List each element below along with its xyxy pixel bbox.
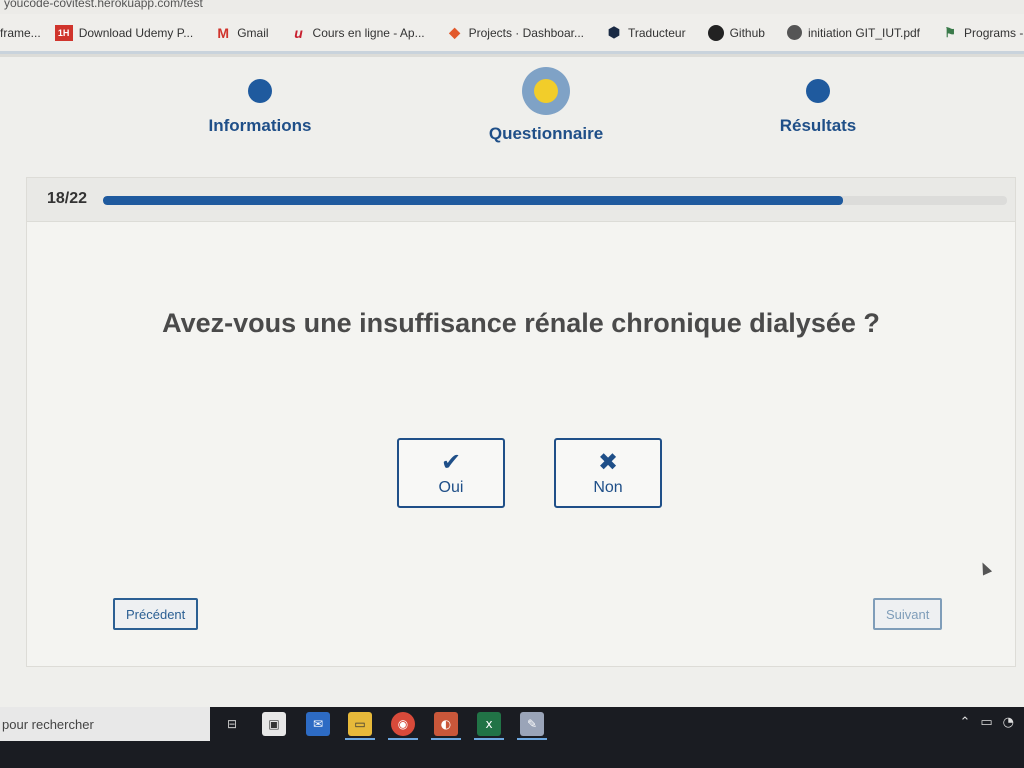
step-label: Résultats xyxy=(779,116,857,135)
progress-fill xyxy=(103,196,843,205)
stepper: Informations Questionnaire Résultats xyxy=(0,57,1024,177)
url-text: youcode-covitest.herokuapp.com/test xyxy=(4,0,203,10)
step-informations[interactable]: Informations xyxy=(160,57,360,136)
question-text: Avez-vous une insuffisance rénale chroni… xyxy=(162,308,880,338)
udemy-1h-icon: 1H xyxy=(54,24,73,41)
bookmark-label: initiation GIT_IUT.pdf xyxy=(807,25,921,40)
question-card: 18/22 Avez-vous une insuffisance rénale … xyxy=(26,177,1016,667)
progress-row: 18/22 xyxy=(27,178,1015,222)
bookmark-github[interactable]: Github xyxy=(707,24,765,41)
excel-icon[interactable]: x xyxy=(477,712,501,736)
bookmark-label: Programs - UM6P V... xyxy=(964,25,1024,40)
mail-icon[interactable]: ✉ xyxy=(306,712,330,736)
task-view-icon[interactable]: ⊟ xyxy=(220,712,244,736)
answer-oui-button[interactable]: ✔ Oui xyxy=(397,438,505,508)
bookmark-traducteur[interactable]: ⬢ Traducteur xyxy=(606,24,686,41)
answer-label: Oui xyxy=(438,479,464,496)
next-button[interactable]: Suivant xyxy=(873,598,943,630)
gitlab-icon: ◆ xyxy=(449,24,460,40)
gmail-icon: M xyxy=(217,24,230,41)
taskbar-search[interactable]: pour rechercher xyxy=(0,707,210,741)
bookmark-label: Gmail xyxy=(237,25,269,40)
bookmark-gitlab[interactable]: ◆ Projects · Dashboar... xyxy=(447,24,584,41)
bookmark-label: frame... xyxy=(0,25,41,40)
paint-icon[interactable]: ✎ xyxy=(520,712,544,736)
store-icon[interactable]: ▣ xyxy=(262,712,286,736)
test-page: Informations Questionnaire Résultats 18/… xyxy=(0,57,1024,707)
taskbar: pour rechercher ⊟ ▣ ✉ ▭ ◉ ◐ x ✎ ⌃ ▭ ◔ xyxy=(0,707,1024,768)
flag-icon: ⚑ xyxy=(944,24,956,40)
step-resultats[interactable]: Résultats xyxy=(718,57,918,136)
bookmark-git-pdf[interactable]: initiation GIT_IUT.pdf xyxy=(786,25,921,40)
wifi-icon[interactable]: ◔ xyxy=(1003,715,1014,730)
chrome-icon[interactable]: ◉ xyxy=(391,712,415,736)
globe-icon xyxy=(786,25,802,40)
progress-bar xyxy=(103,196,1007,205)
answer-non-button[interactable]: ✖ Non xyxy=(554,438,662,508)
bookmark-label: Traducteur xyxy=(628,25,686,40)
bookmark-label: Cours en ligne - Ap... xyxy=(312,25,425,40)
battery-icon[interactable]: ▭ xyxy=(980,715,992,730)
step-dot-active xyxy=(522,67,570,115)
bookmark-label: Projects · Dashboar... xyxy=(468,25,584,40)
step-dot xyxy=(806,79,830,103)
bookmark-udemy-download[interactable]: 1H Download Udemy P... xyxy=(54,24,194,41)
previous-button[interactable]: Précédent xyxy=(113,598,199,630)
progress-counter: 18/22 xyxy=(47,190,88,207)
folder-icon[interactable]: ▭ xyxy=(348,712,372,736)
system-tray[interactable]: ⌃ ▭ ◔ xyxy=(959,715,1014,730)
url-bar[interactable]: youcode-covitest.herokuapp.com/test xyxy=(0,0,1024,14)
chevron-up-icon[interactable]: ⌃ xyxy=(959,715,970,730)
deepl-icon: ⬢ xyxy=(607,24,621,40)
answer-label: Non xyxy=(593,479,623,496)
bookmark-cours[interactable]: u Cours en ligne - Ap... xyxy=(291,24,425,41)
x-icon: ✖ xyxy=(597,448,619,476)
step-label: Informations xyxy=(208,116,312,135)
step-questionnaire[interactable]: Questionnaire xyxy=(446,57,646,144)
step-label: Questionnaire xyxy=(488,124,604,143)
step-dot xyxy=(248,79,272,103)
check-icon: ✔ xyxy=(440,448,462,476)
bookmark-label: Github xyxy=(729,25,765,40)
bookmark-gmail[interactable]: M Gmail xyxy=(215,25,268,41)
bookmark-programs[interactable]: ⚑ Programs - UM6P V... xyxy=(942,25,1024,41)
bookmark-frame[interactable]: frame... xyxy=(0,26,41,40)
udemy-u-icon: u xyxy=(294,24,303,41)
app-icon[interactable]: ◐ xyxy=(434,712,458,736)
github-icon xyxy=(707,24,724,41)
bookmark-label: Download Udemy P... xyxy=(78,25,194,40)
bookmarks-bar: frame... 1H Download Udemy P... M Gmail … xyxy=(0,14,1024,54)
